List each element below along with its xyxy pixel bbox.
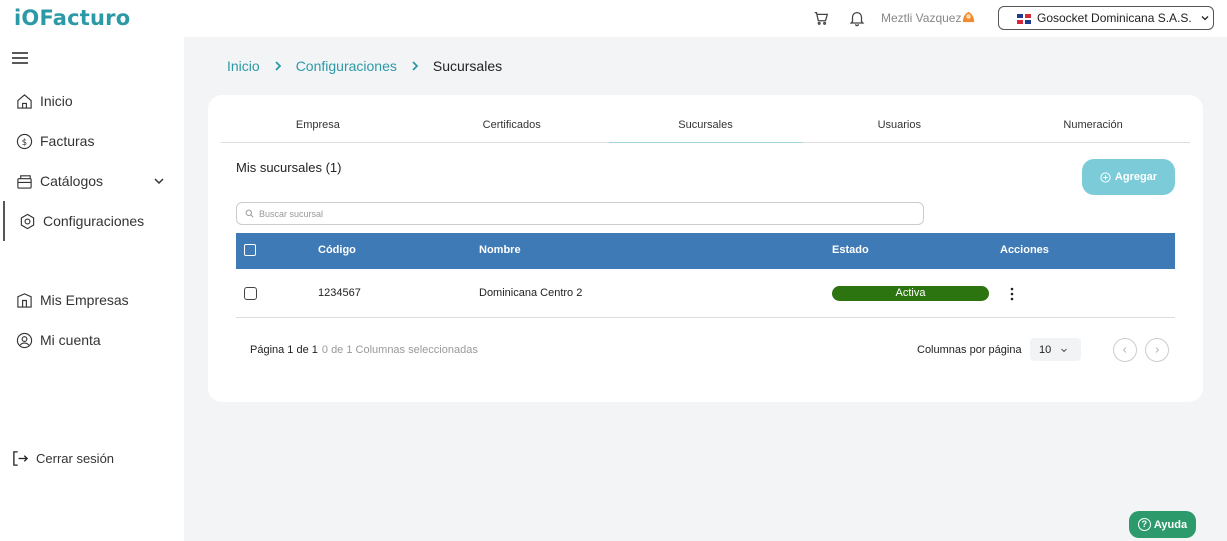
chevron-down-icon bbox=[1061, 348, 1068, 352]
chevron-down-icon[interactable] bbox=[152, 174, 166, 188]
sidebar-item-inicio[interactable]: Inicio bbox=[16, 90, 73, 112]
help-label: Ayuda bbox=[1153, 518, 1188, 531]
bell-icon[interactable] bbox=[848, 9, 866, 27]
company-select[interactable]: Gosocket Dominicana S.A.S. bbox=[998, 6, 1214, 30]
tab-usuarios[interactable]: Usuarios bbox=[802, 113, 996, 142]
page-size-value: 10 bbox=[1039, 343, 1052, 356]
hamburger-menu-icon[interactable] bbox=[12, 51, 28, 65]
help-button[interactable]: ? Ayuda bbox=[1129, 511, 1196, 538]
chevron-down-icon bbox=[1201, 16, 1209, 21]
active-indicator bbox=[3, 201, 5, 241]
add-button[interactable]: Agregar bbox=[1082, 159, 1175, 195]
cell-codigo: 1234567 bbox=[318, 287, 361, 299]
more-options-icon[interactable] bbox=[1010, 287, 1014, 301]
question-icon: ? bbox=[1137, 518, 1151, 531]
tab-numeracion[interactable]: Numeración bbox=[996, 113, 1190, 142]
app-logo[interactable]: iOFacturo bbox=[14, 6, 130, 30]
search-placeholder: Buscar sucursal bbox=[259, 208, 324, 219]
row-checkbox[interactable] bbox=[244, 287, 257, 300]
search-icon bbox=[245, 209, 254, 218]
sidebar-item-label: Mis Empresas bbox=[40, 292, 129, 308]
breadcrumb-configuraciones[interactable]: Configuraciones bbox=[296, 58, 397, 74]
chevron-right-icon bbox=[275, 61, 281, 71]
sidebar-item-label: Facturas bbox=[40, 133, 95, 149]
chevron-right-icon bbox=[1155, 347, 1160, 353]
search-input[interactable]: Buscar sucursal bbox=[236, 202, 924, 225]
previous-page-button[interactable] bbox=[1113, 338, 1137, 362]
logout-icon bbox=[13, 450, 29, 466]
chevron-right-icon bbox=[412, 61, 419, 71]
company-name: Gosocket Dominicana S.A.S. bbox=[1037, 11, 1192, 25]
column-header-acciones: Acciones bbox=[1000, 244, 1049, 256]
logout-label: Cerrar sesión bbox=[36, 450, 115, 466]
svg-text:$: $ bbox=[22, 137, 27, 147]
breadcrumb: Inicio Configuraciones Sucursales bbox=[227, 58, 502, 74]
plus-circle-icon bbox=[1100, 171, 1111, 183]
logo-prefix: iO bbox=[14, 6, 40, 30]
top-bar: iOFacturo Meztli Vazquez Gosocket Domini… bbox=[0, 0, 1227, 37]
sidebar-item-facturas[interactable]: $ Facturas bbox=[16, 130, 94, 152]
sidebar-item-label: Inicio bbox=[40, 93, 73, 109]
sidebar-item-label: Mi cuenta bbox=[40, 332, 101, 348]
sidebar-item-mi-cuenta[interactable]: Mi cuenta bbox=[16, 329, 101, 351]
cart-icon[interactable] bbox=[812, 9, 830, 27]
tab-certificados[interactable]: Certificados bbox=[415, 113, 609, 142]
dominican-flag-icon bbox=[1017, 13, 1031, 24]
sidebar-item-configuraciones[interactable]: Configuraciones bbox=[19, 210, 144, 232]
settings-icon bbox=[20, 213, 35, 229]
account-icon bbox=[16, 332, 33, 348]
cell-nombre: Dominicana Centro 2 bbox=[479, 287, 583, 299]
column-header-codigo[interactable]: Código bbox=[318, 244, 356, 256]
sidebar-item-mis-empresas[interactable]: Mis Empresas bbox=[16, 289, 129, 311]
pagination-info: Página 1 de 10 de 1 Columnas seleccionad… bbox=[250, 344, 478, 356]
content-card: Empresa Certificados Sucursales Usuarios… bbox=[208, 95, 1203, 402]
tab-bar: Empresa Certificados Sucursales Usuarios… bbox=[221, 113, 1190, 143]
chevron-left-icon bbox=[1122, 347, 1127, 353]
page-size-label: Columnas por página bbox=[917, 344, 1022, 356]
column-header-estado[interactable]: Estado bbox=[832, 244, 869, 256]
avatar[interactable] bbox=[961, 9, 976, 24]
tab-empresa[interactable]: Empresa bbox=[221, 113, 415, 142]
select-all-checkbox[interactable] bbox=[244, 244, 256, 256]
selection-info: 0 de 1 Columnas seleccionadas bbox=[321, 344, 478, 356]
logo-text: Facturo bbox=[39, 6, 131, 30]
logout-button[interactable]: Cerrar sesión bbox=[12, 447, 114, 469]
table-header: Código Nombre Estado Acciones bbox=[236, 233, 1175, 269]
breadcrumb-sucursales: Sucursales bbox=[432, 58, 503, 74]
home-icon bbox=[17, 93, 32, 109]
next-page-button[interactable] bbox=[1145, 338, 1169, 362]
user-name[interactable]: Meztli Vazquez bbox=[881, 11, 961, 25]
tab-sucursales[interactable]: Sucursales bbox=[608, 113, 803, 143]
status-badge: Activa bbox=[832, 286, 989, 301]
page-info: Página 1 de 1 bbox=[250, 344, 318, 356]
sidebar: Inicio $ Facturas Catálogos Configuracio… bbox=[0, 37, 184, 541]
table-row: 1234567 Dominicana Centro 2 Activa bbox=[236, 271, 1175, 318]
catalog-icon bbox=[17, 174, 32, 189]
add-button-label: Agregar bbox=[1114, 171, 1158, 183]
dollar-circle-icon: $ bbox=[16, 133, 33, 149]
section-title: Mis sucursales (1) bbox=[236, 160, 342, 175]
sidebar-item-label: Catálogos bbox=[40, 173, 104, 189]
breadcrumb-inicio[interactable]: Inicio bbox=[227, 58, 260, 74]
sidebar-item-label: Configuraciones bbox=[43, 213, 145, 229]
sidebar-item-catalogos[interactable]: Catálogos bbox=[16, 170, 103, 192]
column-header-nombre[interactable]: Nombre bbox=[479, 244, 521, 256]
building-icon bbox=[17, 292, 32, 308]
page-size-select[interactable]: 10 bbox=[1030, 338, 1081, 361]
